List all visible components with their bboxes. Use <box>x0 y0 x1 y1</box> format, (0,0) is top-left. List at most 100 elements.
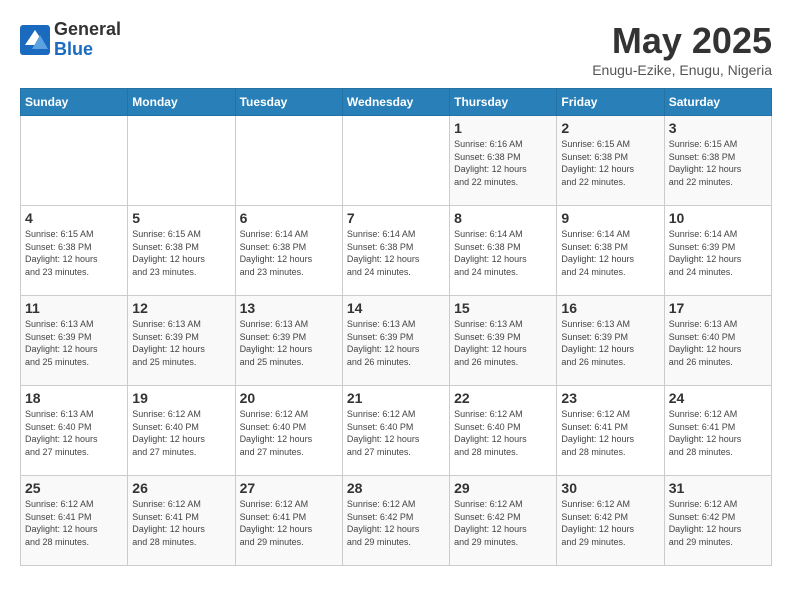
day-number: 18 <box>25 390 123 406</box>
header-thursday: Thursday <box>450 89 557 116</box>
day-info: Sunrise: 6:13 AM Sunset: 6:40 PM Dayligh… <box>669 318 767 368</box>
calendar-cell: 4 Sunrise: 6:15 AM Sunset: 6:38 PM Daylig… <box>21 206 128 296</box>
calendar-cell: 23 Sunrise: 6:12 AM Sunset: 6:41 PM Dayli… <box>557 386 664 476</box>
calendar-cell: 8 Sunrise: 6:14 AM Sunset: 6:38 PM Daylig… <box>450 206 557 296</box>
day-info: Sunrise: 6:14 AM Sunset: 6:38 PM Dayligh… <box>454 228 552 278</box>
day-number: 2 <box>561 120 659 136</box>
day-number: 24 <box>669 390 767 406</box>
day-info: Sunrise: 6:15 AM Sunset: 6:38 PM Dayligh… <box>132 228 230 278</box>
calendar-cell: 21 Sunrise: 6:12 AM Sunset: 6:40 PM Dayli… <box>342 386 449 476</box>
calendar-cell: 15Sunrise: 6:13 AM Sunset: 6:39 PM Dayli… <box>450 296 557 386</box>
day-number: 12 <box>132 300 230 316</box>
day-info: Sunrise: 6:13 AM Sunset: 6:40 PM Dayligh… <box>25 408 123 458</box>
header-wednesday: Wednesday <box>342 89 449 116</box>
calendar-cell: 7 Sunrise: 6:14 AM Sunset: 6:38 PM Daylig… <box>342 206 449 296</box>
header-sunday: Sunday <box>21 89 128 116</box>
logo-icon <box>20 25 50 55</box>
calendar-cell: 28 Sunrise: 6:12 AM Sunset: 6:42 PM Dayli… <box>342 476 449 566</box>
day-info: Sunrise: 6:15 AM Sunset: 6:38 PM Dayligh… <box>561 138 659 188</box>
calendar-cell: 10 Sunrise: 6:14 AM Sunset: 6:39 PM Dayli… <box>664 206 771 296</box>
calendar-cell: 27 Sunrise: 6:12 AM Sunset: 6:41 PM Dayli… <box>235 476 342 566</box>
day-info: Sunrise: 6:13 AM Sunset: 6:39 PM Dayligh… <box>25 318 123 368</box>
day-info: Sunrise: 6:12 AM Sunset: 6:41 PM Dayligh… <box>240 498 338 548</box>
day-info: Sunrise: 6:14 AM Sunset: 6:38 PM Dayligh… <box>240 228 338 278</box>
day-number: 16 <box>561 300 659 316</box>
calendar-cell: 18 Sunrise: 6:13 AM Sunset: 6:40 PM Dayli… <box>21 386 128 476</box>
header-saturday: Saturday <box>664 89 771 116</box>
day-number: 20 <box>240 390 338 406</box>
page-header: General Blue May 2025 Enugu-Ezike, Enugu… <box>20 20 772 78</box>
day-number: 19 <box>132 390 230 406</box>
day-number: 22 <box>454 390 552 406</box>
week-row-3: 11 Sunrise: 6:13 AM Sunset: 6:39 PM Dayli… <box>21 296 772 386</box>
day-number: 11 <box>25 300 123 316</box>
day-number: 8 <box>454 210 552 226</box>
day-number: 10 <box>669 210 767 226</box>
calendar-cell: 26 Sunrise: 6:12 AM Sunset: 6:41 PM Dayli… <box>128 476 235 566</box>
day-info: Sunrise: 6:13 AM Sunset: 6:39 PM Dayligh… <box>347 318 445 368</box>
calendar-cell: 29 Sunrise: 6:12 AM Sunset: 6:42 PM Dayli… <box>450 476 557 566</box>
calendar-cell <box>235 116 342 206</box>
logo: General Blue <box>20 20 121 60</box>
day-info: Sunrise: 6:12 AM Sunset: 6:40 PM Dayligh… <box>240 408 338 458</box>
month-title: May 2025 <box>592 20 772 62</box>
day-number: 9 <box>561 210 659 226</box>
day-info: Sunrise: 6:12 AM Sunset: 6:42 PM Dayligh… <box>347 498 445 548</box>
day-info: Sunrise: 6:14 AM Sunset: 6:39 PM Dayligh… <box>669 228 767 278</box>
calendar-cell: 9 Sunrise: 6:14 AM Sunset: 6:38 PM Daylig… <box>557 206 664 296</box>
calendar-cell: 11 Sunrise: 6:13 AM Sunset: 6:39 PM Dayli… <box>21 296 128 386</box>
week-row-2: 4 Sunrise: 6:15 AM Sunset: 6:38 PM Daylig… <box>21 206 772 296</box>
calendar-cell: 12 Sunrise: 6:13 AM Sunset: 6:39 PM Dayli… <box>128 296 235 386</box>
week-row-1: 1Sunrise: 6:16 AM Sunset: 6:38 PM Daylig… <box>21 116 772 206</box>
week-row-5: 25 Sunrise: 6:12 AM Sunset: 6:41 PM Dayli… <box>21 476 772 566</box>
calendar-cell: 24Sunrise: 6:12 AM Sunset: 6:41 PM Dayli… <box>664 386 771 476</box>
day-number: 5 <box>132 210 230 226</box>
header-friday: Friday <box>557 89 664 116</box>
day-info: Sunrise: 6:12 AM Sunset: 6:42 PM Dayligh… <box>669 498 767 548</box>
logo-text: General Blue <box>54 20 121 60</box>
calendar-cell: 2 Sunrise: 6:15 AM Sunset: 6:38 PM Daylig… <box>557 116 664 206</box>
day-number: 7 <box>347 210 445 226</box>
day-number: 30 <box>561 480 659 496</box>
calendar-cell: 17Sunrise: 6:13 AM Sunset: 6:40 PM Dayli… <box>664 296 771 386</box>
calendar-cell <box>128 116 235 206</box>
day-info: Sunrise: 6:12 AM Sunset: 6:41 PM Dayligh… <box>132 498 230 548</box>
calendar-table: SundayMondayTuesdayWednesdayThursdayFrid… <box>20 88 772 566</box>
calendar-cell <box>342 116 449 206</box>
day-number: 27 <box>240 480 338 496</box>
day-number: 21 <box>347 390 445 406</box>
day-info: Sunrise: 6:12 AM Sunset: 6:40 PM Dayligh… <box>454 408 552 458</box>
header-tuesday: Tuesday <box>235 89 342 116</box>
day-info: Sunrise: 6:13 AM Sunset: 6:39 PM Dayligh… <box>561 318 659 368</box>
day-info: Sunrise: 6:14 AM Sunset: 6:38 PM Dayligh… <box>347 228 445 278</box>
calendar-cell <box>21 116 128 206</box>
day-number: 6 <box>240 210 338 226</box>
day-info: Sunrise: 6:12 AM Sunset: 6:41 PM Dayligh… <box>561 408 659 458</box>
day-info: Sunrise: 6:15 AM Sunset: 6:38 PM Dayligh… <box>25 228 123 278</box>
day-number: 31 <box>669 480 767 496</box>
day-info: Sunrise: 6:12 AM Sunset: 6:41 PM Dayligh… <box>25 498 123 548</box>
calendar-header: SundayMondayTuesdayWednesdayThursdayFrid… <box>21 89 772 116</box>
day-number: 15 <box>454 300 552 316</box>
calendar-cell: 30Sunrise: 6:12 AM Sunset: 6:42 PM Dayli… <box>557 476 664 566</box>
day-info: Sunrise: 6:13 AM Sunset: 6:39 PM Dayligh… <box>240 318 338 368</box>
day-info: Sunrise: 6:16 AM Sunset: 6:38 PM Dayligh… <box>454 138 552 188</box>
day-number: 28 <box>347 480 445 496</box>
day-number: 29 <box>454 480 552 496</box>
day-number: 3 <box>669 120 767 136</box>
day-info: Sunrise: 6:13 AM Sunset: 6:39 PM Dayligh… <box>132 318 230 368</box>
logo-general: General <box>54 20 121 40</box>
day-number: 25 <box>25 480 123 496</box>
day-number: 4 <box>25 210 123 226</box>
calendar-cell: 19Sunrise: 6:12 AM Sunset: 6:40 PM Dayli… <box>128 386 235 476</box>
day-info: Sunrise: 6:12 AM Sunset: 6:40 PM Dayligh… <box>347 408 445 458</box>
calendar-cell: 16 Sunrise: 6:13 AM Sunset: 6:39 PM Dayli… <box>557 296 664 386</box>
calendar-cell: 22 Sunrise: 6:12 AM Sunset: 6:40 PM Dayli… <box>450 386 557 476</box>
day-info: Sunrise: 6:14 AM Sunset: 6:38 PM Dayligh… <box>561 228 659 278</box>
day-number: 26 <box>132 480 230 496</box>
day-info: Sunrise: 6:15 AM Sunset: 6:38 PM Dayligh… <box>669 138 767 188</box>
location: Enugu-Ezike, Enugu, Nigeria <box>592 62 772 78</box>
day-number: 14 <box>347 300 445 316</box>
day-number: 23 <box>561 390 659 406</box>
day-info: Sunrise: 6:12 AM Sunset: 6:42 PM Dayligh… <box>454 498 552 548</box>
